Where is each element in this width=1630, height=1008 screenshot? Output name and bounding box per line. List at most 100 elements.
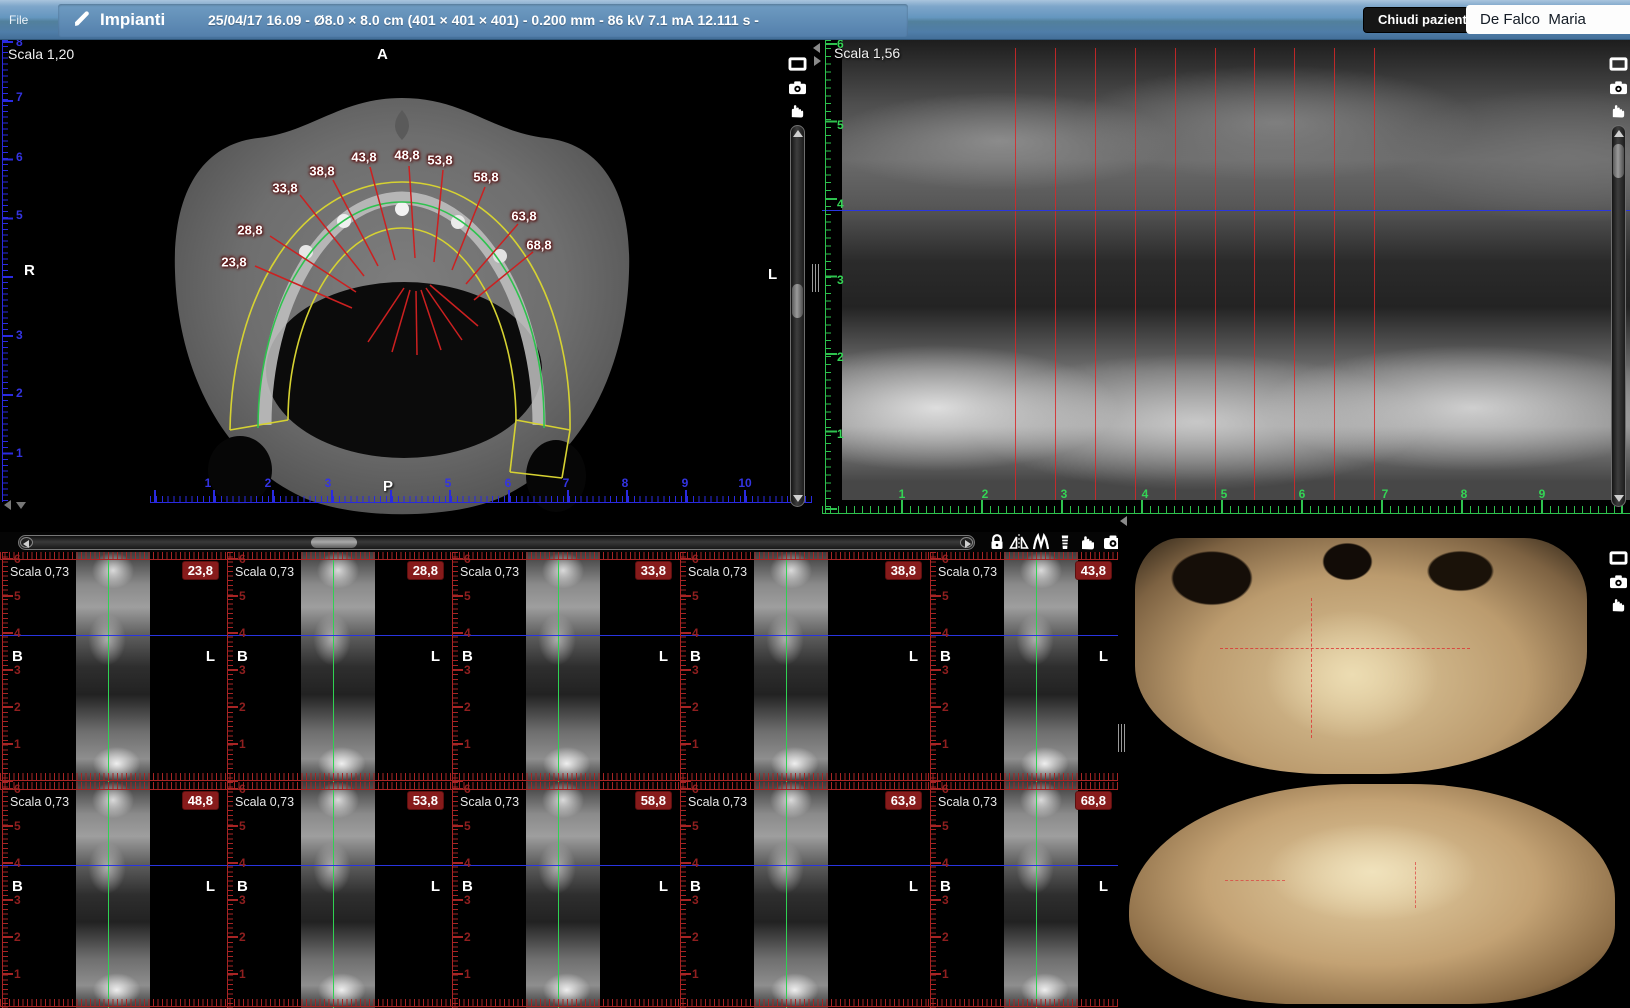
ruler-number: 1 — [464, 967, 471, 981]
orientation-lingual: L — [909, 648, 918, 665]
scrollbar-thumb[interactable] — [1613, 144, 1624, 178]
panoramic-section-line[interactable] — [1294, 48, 1295, 500]
panoramic-section-lines — [822, 40, 1630, 514]
ruler-number: 1 — [16, 446, 23, 460]
splitter-collapse-left-icon[interactable] — [813, 43, 820, 53]
section-vertical-ruler: 654321 — [227, 552, 253, 782]
maxilla-3d-render[interactable] — [1135, 538, 1587, 774]
splitter-collapse-left-icon[interactable] — [1120, 516, 1127, 526]
splitter-grid-3d[interactable] — [1118, 532, 1125, 1008]
panoramic-section-line[interactable] — [1374, 48, 1375, 500]
view3d-controls — [1609, 550, 1629, 619]
section-cell[interactable]: 654321Scala 0,7358,8BL — [450, 782, 678, 1008]
section-cell[interactable]: 654321Scala 0,7353,8BL — [225, 782, 450, 1008]
section-bottom-ruler — [450, 773, 678, 781]
section-crosshair-vertical — [108, 552, 109, 782]
section-cell[interactable]: 654321Scala 0,7368,8BL — [928, 782, 1118, 1008]
scrollbar-thumb[interactable] — [311, 537, 357, 548]
section-crosshair-horizontal — [928, 865, 1118, 866]
scroll-down-icon[interactable] — [1614, 495, 1624, 502]
patient-name[interactable]: De Falco Maria — [1466, 5, 1630, 34]
ruler-number: 3 — [239, 893, 246, 907]
orientation-buccal: B — [462, 648, 473, 665]
section-crosshair-horizontal — [0, 635, 225, 636]
panoramic-section-line[interactable] — [1254, 48, 1255, 500]
panoramic-vertical-scrollbar[interactable] — [1611, 125, 1626, 507]
panoramic-crosshair-line[interactable] — [822, 210, 1630, 211]
scroll-up-icon[interactable] — [1614, 130, 1624, 137]
section-ct-image — [1004, 552, 1078, 782]
section-cell[interactable]: 654321Scala 0,7348,8BL — [0, 782, 225, 1008]
pencil-icon[interactable] — [72, 9, 92, 29]
section-position-badge: 53,8 — [407, 791, 444, 810]
panoramic-section-line[interactable] — [1095, 48, 1096, 500]
mandible-3d-render[interactable] — [1129, 784, 1615, 1004]
section-crosshair-horizontal — [450, 635, 678, 636]
ruler-number: 4 — [692, 626, 699, 640]
axial-vertical-scrollbar[interactable] — [790, 125, 805, 507]
axial-ct-image[interactable] — [0, 40, 812, 532]
orientation-buccal: B — [12, 648, 23, 665]
section-crosshair-vertical — [786, 552, 787, 782]
scroll-down-icon[interactable] — [793, 495, 803, 502]
section-ct-image — [754, 782, 828, 1008]
ruler-number: 3 — [464, 893, 471, 907]
sections-horizontal-scrollbar[interactable] — [18, 535, 975, 550]
ruler-number: 1 — [942, 967, 949, 981]
snapshot-icon[interactable] — [788, 79, 807, 96]
ruler-number: 2 — [464, 700, 471, 714]
panoramic-horizontal-ruler: 123456789 — [822, 500, 1630, 514]
pan-hand-icon[interactable] — [1609, 102, 1628, 119]
fullscreen-icon[interactable] — [1609, 56, 1628, 73]
panoramic-view[interactable]: 654321 123456789 Scala 1,56 — [822, 40, 1630, 532]
axial-view[interactable]: 23,828,833,838,843,848,853,858,863,868,8… — [0, 40, 812, 532]
fullscreen-icon[interactable] — [1609, 550, 1628, 567]
scrollbar-thumb[interactable] — [792, 284, 803, 318]
collapse-down-icon[interactable] — [16, 502, 26, 509]
section-top-ruler — [678, 782, 928, 790]
implant-icon[interactable] — [1055, 533, 1075, 551]
pan-hand-icon[interactable] — [788, 102, 807, 119]
panoramic-section-line[interactable] — [1215, 48, 1216, 500]
plan-mark-annotation — [1415, 862, 1416, 908]
ruler-number: 4 — [692, 856, 699, 870]
file-menu[interactable]: File — [9, 13, 28, 27]
mirror-icon[interactable] — [1009, 533, 1029, 551]
fullscreen-icon[interactable] — [788, 56, 807, 73]
orientation-buccal: B — [237, 648, 248, 665]
panoramic-section-line[interactable] — [1135, 48, 1136, 500]
splitter-axial-pano[interactable] — [812, 40, 822, 532]
section-cell[interactable]: 654321Scala 0,7338,8BL — [678, 552, 928, 782]
section-cell[interactable]: 654321Scala 0,7328,8BL — [225, 552, 450, 782]
scroll-left-button[interactable] — [20, 537, 33, 548]
nerve-tool-icon[interactable] — [1031, 533, 1051, 551]
section-cell[interactable]: 654321Scala 0,7343,8BL — [928, 552, 1118, 782]
section-vertical-ruler: 654321 — [930, 782, 956, 1008]
snapshot-icon[interactable] — [1609, 79, 1628, 96]
volume-3d-view[interactable] — [1125, 532, 1630, 1008]
panoramic-section-line[interactable] — [1055, 48, 1056, 500]
section-cell[interactable]: 654321Scala 0,7333,8BL — [450, 552, 678, 782]
ruler-number: 1 — [692, 737, 699, 751]
scroll-right-button[interactable] — [960, 537, 973, 548]
section-position-badge: 58,8 — [635, 791, 672, 810]
splitter-grip[interactable] — [812, 264, 821, 292]
section-cell[interactable]: 654321Scala 0,7323,8BL — [0, 552, 225, 782]
splitter-expand-right-icon[interactable] — [814, 56, 821, 66]
panoramic-section-line[interactable] — [1334, 48, 1335, 500]
section-vertical-ruler: 654321 — [680, 552, 706, 782]
orientation-lingual: L — [659, 878, 668, 895]
lock-icon[interactable] — [987, 533, 1007, 551]
collapse-left-icon[interactable] — [4, 500, 11, 510]
section-crosshair-horizontal — [678, 865, 928, 866]
section-ct-image — [301, 782, 375, 1008]
pan-hand-icon[interactable] — [1078, 533, 1098, 551]
section-top-ruler — [0, 782, 225, 790]
snapshot-icon[interactable] — [1609, 573, 1628, 590]
panoramic-section-line[interactable] — [1015, 48, 1016, 500]
panoramic-section-line[interactable] — [1175, 48, 1176, 500]
ruler-number: 3 — [692, 663, 699, 677]
scroll-up-icon[interactable] — [793, 130, 803, 137]
pan-hand-icon[interactable] — [1609, 596, 1628, 613]
section-cell[interactable]: 654321Scala 0,7363,8BL — [678, 782, 928, 1008]
